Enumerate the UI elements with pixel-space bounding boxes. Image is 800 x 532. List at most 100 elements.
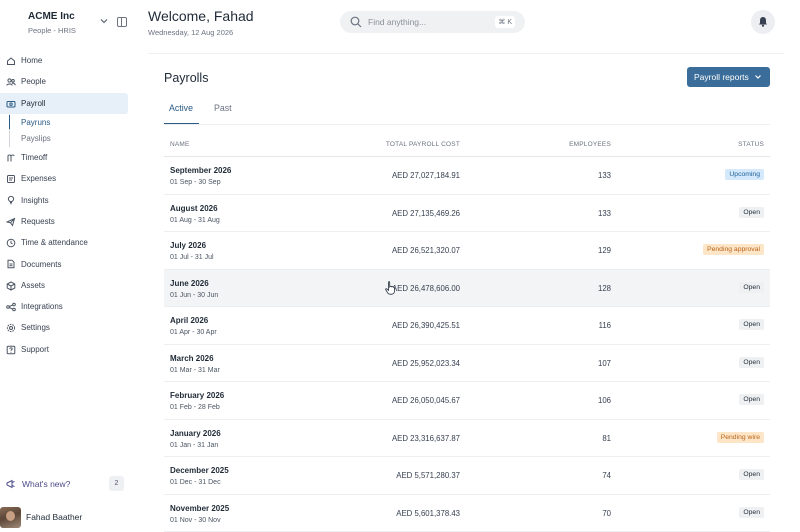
total-payroll-cost: AED 23,316,637.87: [391, 433, 460, 443]
page-title: Payrolls: [164, 71, 209, 85]
people-icon: [6, 78, 16, 86]
home-icon: [7, 57, 15, 65]
table-row[interactable]: June 2026 01 Jun - 30 Jun AED 26,478,606.0…: [164, 269, 770, 307]
gear-icon: [6, 324, 16, 333]
status-badge: Upcoming: [725, 169, 764, 180]
tab-active[interactable]: Active: [169, 103, 193, 124]
status-badge: Open: [739, 356, 764, 368]
sidebar-item-timeoff[interactable]: Timeoff: [0, 147, 136, 168]
search-input[interactable]: [368, 14, 488, 30]
table-row[interactable]: December 2025 01 Dec - 31 Dec AED 5,571,28…: [164, 457, 770, 495]
status-badge: Open: [739, 281, 764, 293]
status-badge: Open: [739, 206, 764, 218]
payroll-period: March 2026: [170, 353, 214, 363]
global-search[interactable]: ⌘ K: [340, 11, 525, 33]
sidebar-item-label: Requests: [21, 216, 55, 226]
payroll-reports-label: Payroll reports: [694, 72, 749, 82]
payroll-period: April 2026: [170, 316, 209, 325]
sidebar-item-integrations[interactable]: Integrations: [0, 296, 136, 317]
table-row[interactable]: February 2026 01 Feb - 28 Feb AED 26,050,0…: [164, 382, 770, 420]
whats-new-label: What's new?: [22, 478, 71, 489]
status-badge: Open: [739, 506, 764, 518]
clock-icon: [6, 238, 16, 248]
sidebar-item-label: Documents: [21, 259, 62, 269]
payroll-date-range: 01 Sep - 30 Sep: [170, 179, 221, 186]
payroll-date-range: 01 Jun - 30 Jun: [170, 291, 219, 299]
current-date: Wednesday, 12 Aug 2026: [148, 28, 234, 37]
status-badge: Open: [739, 394, 764, 405]
status-badge: Pending approval: [703, 244, 764, 255]
payroll-period: February 2026: [170, 391, 225, 400]
user-name: Fahad Baather: [26, 512, 83, 522]
chevron-down-icon[interactable]: [99, 16, 109, 26]
total-payroll-cost: AED 26,521,320.07: [391, 246, 460, 255]
integrations-icon: [6, 302, 16, 312]
employee-count: 133: [597, 208, 611, 218]
subnav-item-payruns[interactable]: Payruns: [10, 114, 136, 131]
whats-new-link[interactable]: What's new? 2: [6, 475, 124, 492]
employee-count: 74: [602, 471, 611, 480]
sidebar-item-payroll[interactable]: Payroll: [0, 92, 128, 114]
column-total-cost: TOTAL PAYROLL COST: [385, 141, 460, 148]
table-row[interactable]: July 2026 01 Jul - 31 Jul AED 26,521,320.0…: [164, 232, 770, 270]
sidebar-item-label: Insights: [21, 195, 49, 205]
tab-past[interactable]: Past: [214, 103, 232, 124]
table-row[interactable]: August 2026 01 Aug - 31 Aug AED 27,135,469…: [164, 195, 770, 232]
sidebar-item-assets[interactable]: Assets: [0, 275, 136, 296]
status-badge: Open: [739, 469, 764, 480]
status-badge: Pending wire: [716, 431, 764, 443]
column-name: NAME: [170, 141, 190, 148]
sidebar-item-label: Time & attendance: [21, 238, 88, 248]
total-payroll-cost: AED 26,478,606.00: [391, 283, 460, 293]
timeoff-icon: [7, 154, 15, 162]
payroll-reports-button[interactable]: Payroll reports: [687, 67, 770, 87]
sidebar-item-support[interactable]: Support: [0, 339, 136, 360]
table-row[interactable]: March 2026 01 Mar - 31 Mar AED 25,952,023.…: [164, 345, 770, 382]
payroll-period: November 2025: [170, 503, 230, 513]
expenses-icon: [7, 175, 15, 184]
table-row[interactable]: January 2026 01 Jan - 31 Jan AED 23,316,63…: [164, 420, 770, 457]
total-payroll-cost: AED 27,027,184.91: [391, 171, 460, 180]
total-payroll-cost: AED 25,952,023.34: [391, 358, 460, 368]
table-row[interactable]: September 2026 01 Sep - 30 Sep AED 27,027,…: [164, 157, 770, 195]
subnav-item-payslips[interactable]: Payslips: [10, 130, 136, 147]
notifications-button[interactable]: [751, 10, 775, 34]
sidebar-item-label: Timeoff: [21, 153, 48, 163]
sidebar-item-time-attendance[interactable]: Time & attendance: [0, 232, 136, 253]
employee-count: 81: [602, 433, 611, 443]
column-status: STATUS: [738, 141, 764, 148]
user-profile[interactable]: Fahad Baather: [0, 506, 82, 528]
payroll-subnav: Payruns Payslips: [9, 113, 136, 147]
sidebar-item-requests[interactable]: Requests: [0, 211, 136, 232]
employee-count: 70: [602, 508, 611, 518]
sidebar-item-settings[interactable]: Settings: [0, 317, 136, 338]
sidebar-toggle-icon[interactable]: [117, 17, 127, 27]
sidebar-item-expenses[interactable]: Expenses: [0, 168, 136, 189]
employee-count: 128: [597, 283, 611, 293]
sidebar-item-label: Home: [21, 56, 43, 66]
table-row[interactable]: November 2025 01 Nov - 30 Nov AED 5,601,37…: [164, 495, 770, 532]
org-switcher[interactable]: ACME Inc People - HRIS: [28, 11, 76, 35]
sidebar-item-label: Assets: [21, 280, 46, 290]
org-name: ACME Inc: [28, 11, 75, 22]
sidebar-item-documents[interactable]: Documents: [0, 253, 136, 274]
payroll-date-range: 01 Nov - 30 Nov: [170, 516, 221, 524]
whats-new-count-badge: 2: [109, 476, 124, 491]
sidebar-item-label: Integrations: [21, 302, 63, 312]
total-payroll-cost: AED 26,390,425.51: [391, 321, 460, 330]
payroll-date-range: 01 Dec - 31 Dec: [170, 479, 221, 486]
sidebar-item-home[interactable]: Home: [0, 50, 136, 71]
sidebar-item-insights[interactable]: Insights: [0, 189, 136, 210]
status-badge: Open: [739, 319, 764, 330]
requests-icon: [6, 217, 16, 227]
payroll-period: July 2026: [170, 241, 207, 250]
sidebar-item-people[interactable]: People: [0, 71, 136, 92]
column-employees: EMPLOYEES: [569, 141, 611, 148]
payroll-period: January 2026: [170, 428, 221, 438]
table-row[interactable]: April 2026 01 Apr - 30 Apr AED 26,390,425.…: [164, 307, 770, 345]
payrolls-table: September 2026 01 Sep - 30 Sep AED 27,027,…: [164, 157, 770, 532]
payroll-period: September 2026: [170, 166, 232, 175]
total-payroll-cost: AED 27,135,469.26: [391, 208, 460, 218]
sidebar-item-label: Settings: [21, 323, 50, 333]
total-payroll-cost: AED 26,050,045.67: [391, 396, 460, 405]
